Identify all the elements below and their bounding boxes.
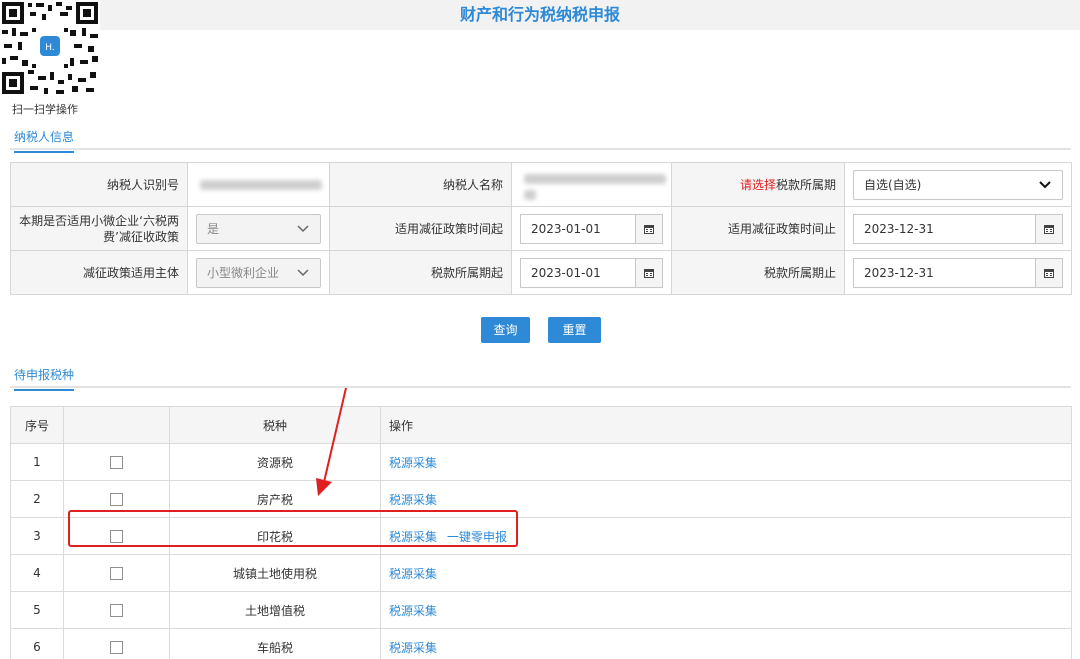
row-index: 6 — [10, 628, 64, 659]
tab-taxpayer-info[interactable]: 纳税人信息 — [14, 128, 75, 153]
row-checkbox-cell — [63, 554, 170, 592]
row-checkbox-cell — [63, 443, 170, 481]
query-button[interactable]: 查询 — [481, 317, 530, 343]
taxpayer-tab-divider — [10, 148, 1071, 150]
source-collect-link[interactable]: 税源采集 — [389, 456, 437, 470]
column-header-actions: 操作 — [380, 406, 1072, 444]
calendar-icon[interactable] — [1035, 213, 1063, 244]
taxpayer-id-value — [187, 162, 330, 207]
reset-button[interactable]: 重置 — [548, 317, 601, 343]
row-index: 4 — [10, 554, 64, 592]
chevron-down-icon — [1038, 178, 1052, 192]
calendar-icon[interactable] — [635, 257, 663, 288]
tax-period-cell: 自选(自选) — [844, 162, 1072, 207]
policy-end-label: 适用减征政策时间止 — [671, 206, 845, 251]
row-index: 5 — [10, 591, 64, 629]
source-collect-link[interactable]: 税源采集 — [389, 493, 437, 507]
row-index: 1 — [10, 443, 64, 481]
subject-cell: 小型微利企业 — [187, 250, 330, 295]
row-actions: 税源采集 — [380, 591, 1072, 629]
tax-start-date-picker[interactable]: 2023-01-01 — [520, 257, 663, 288]
tax-end-label: 税款所属期止 — [671, 250, 845, 295]
row-checkbox[interactable] — [110, 567, 123, 580]
policy-end-cell: 2023-12-31 — [844, 206, 1072, 251]
tax-period-prompt: 请选择 — [739, 177, 776, 192]
row-checkbox[interactable] — [110, 604, 123, 617]
qr-code-image: H. — [0, 0, 100, 96]
small-micro-select[interactable]: 是 — [196, 213, 321, 244]
row-tax-type: 土地增值税 — [169, 591, 381, 629]
source-collect-link[interactable]: 税源采集 — [389, 604, 437, 618]
chevron-down-icon — [296, 266, 310, 280]
source-collect-link[interactable]: 税源采集 — [389, 641, 437, 655]
calendar-icon[interactable] — [635, 213, 663, 244]
page-title: 财产和行为税纳税申报 — [459, 5, 620, 24]
policy-start-input[interactable]: 2023-01-01 — [520, 213, 635, 244]
chevron-down-icon — [296, 222, 310, 236]
row-checkbox-cell — [63, 628, 170, 659]
tab-pending-taxes[interactable]: 待申报税种 — [14, 366, 75, 391]
small-micro-label: 本期是否适用小微企业‘六税两费’减征收政策 — [10, 206, 188, 251]
row-checkbox[interactable] — [110, 641, 123, 654]
tax-end-cell: 2023-12-31 — [844, 250, 1072, 295]
tax-end-date-picker[interactable]: 2023-12-31 — [853, 257, 1063, 288]
policy-start-cell: 2023-01-01 — [511, 206, 672, 251]
row-checkbox[interactable] — [110, 456, 123, 469]
tax-period-label-text: 税款所属期 — [775, 177, 836, 192]
row-tax-type: 资源税 — [169, 443, 381, 481]
row-actions: 税源采集 — [380, 628, 1072, 659]
tax-start-cell: 2023-01-01 — [511, 250, 672, 295]
qr-code: H. — [0, 0, 100, 96]
table-row: 5 土地增值税 税源采集 — [10, 591, 1072, 629]
tax-period-select-value: 自选(自选) — [864, 178, 922, 192]
row-tax-type: 城镇土地使用税 — [169, 554, 381, 592]
row-actions: 税源采集 — [380, 443, 1072, 481]
tax-start-label: 税款所属期起 — [329, 250, 512, 295]
tax-start-input[interactable]: 2023-01-01 — [520, 257, 635, 288]
small-micro-cell: 是 — [187, 206, 330, 251]
column-header-select — [63, 406, 170, 444]
calendar-icon[interactable] — [1035, 257, 1063, 288]
policy-end-input[interactable]: 2023-12-31 — [853, 213, 1035, 244]
column-header-index: 序号 — [10, 406, 64, 444]
row-checkbox-cell — [63, 591, 170, 629]
table-row: 6 车船税 税源采集 — [10, 628, 1072, 659]
small-micro-select-value: 是 — [207, 222, 220, 236]
row-checkbox[interactable] — [110, 493, 123, 506]
pending-tab-divider — [10, 386, 1071, 388]
tax-end-input[interactable]: 2023-12-31 — [853, 257, 1035, 288]
row-actions: 税源采集 — [380, 554, 1072, 592]
taxpayer-name-label: 纳税人名称 — [329, 162, 512, 207]
tax-period-select[interactable]: 自选(自选) — [853, 169, 1063, 200]
policy-start-date-picker[interactable]: 2023-01-01 — [520, 213, 663, 244]
row-index: 3 — [10, 517, 64, 555]
row-tax-type: 车船税 — [169, 628, 381, 659]
subject-select-value: 小型微利企业 — [207, 266, 280, 280]
tax-period-label: 请选择税款所属期 — [671, 162, 845, 207]
highlight-box — [68, 510, 518, 547]
row-index: 2 — [10, 480, 64, 518]
taxpayer-info-form: 纳税人识别号 纳税人名称 请选择税款所属期 自选(自选) 本期是否适用小微企业‘… — [10, 162, 1072, 295]
subject-select[interactable]: 小型微利企业 — [196, 257, 321, 288]
policy-end-date-picker[interactable]: 2023-12-31 — [853, 213, 1063, 244]
subject-label: 减征政策适用主体 — [10, 250, 188, 295]
column-header-tax-type: 税种 — [169, 406, 381, 444]
source-collect-link[interactable]: 税源采集 — [389, 567, 437, 581]
policy-start-label: 适用减征政策时间起 — [329, 206, 512, 251]
taxpayer-id-label: 纳税人识别号 — [10, 162, 188, 207]
table-row: 4 城镇土地使用税 税源采集 — [10, 554, 1072, 592]
table-row: 1 资源税 税源采集 — [10, 443, 1072, 481]
taxpayer-name-value — [511, 162, 672, 207]
svg-text:H.: H. — [45, 43, 54, 53]
table-header-row: 序号 税种 操作 — [10, 406, 1072, 444]
qr-caption: 扫一扫学操作 — [12, 103, 78, 116]
